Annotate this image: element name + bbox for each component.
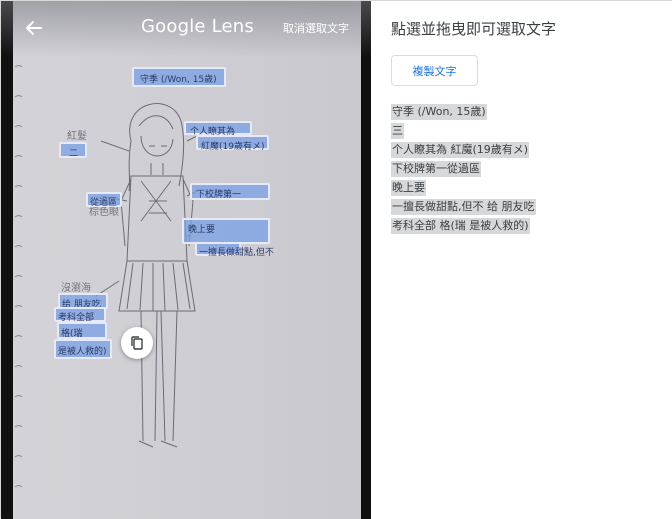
app-title: Google Lens: [141, 16, 254, 37]
app-window: 紅髮 棕色眼 沒瀏海 守季 (/Won, 15歲) 二 个人瞭其為 紅魔(19歲…: [0, 0, 672, 519]
highlight-note-10-text: 格(瑞: [61, 329, 83, 339]
highlight-note-10[interactable]: 格(瑞: [57, 322, 107, 339]
extracted-line[interactable]: 考科全部 格(瑞 是被人救的): [391, 218, 530, 234]
extracted-line[interactable]: 三: [391, 123, 404, 139]
copy-text-button[interactable]: 複製文字: [391, 55, 478, 86]
back-button[interactable]: [21, 15, 47, 41]
highlight-note-7[interactable]: 一擅長做甜點,但不: [195, 242, 274, 258]
svg-text:紅髮: 紅髮: [67, 130, 87, 142]
highlight-note-4-text: 下校牌第一: [196, 190, 242, 200]
highlight-note-5[interactable]: 從過區: [86, 192, 122, 208]
copy-text-fab[interactable]: [121, 327, 153, 359]
highlight-note-4[interactable]: 下校牌第一: [190, 183, 270, 200]
highlight-note-6[interactable]: 晚上要: [182, 218, 270, 244]
highlight-note-5-text: 從過區: [90, 198, 118, 208]
extracted-line[interactable]: 一擅長做甜點,但不 给 朋友吃: [391, 199, 536, 215]
highlight-note-1-text: 二: [69, 149, 79, 159]
highlight-title[interactable]: 守季 (/Won, 15歲): [132, 67, 226, 87]
extracted-line[interactable]: 下校牌第一從過區: [391, 161, 481, 177]
highlight-title-text: 守季 (/Won, 15歲): [140, 75, 217, 85]
extracted-line[interactable]: 守季 (/Won, 15歲): [391, 104, 487, 120]
highlight-note-3-text: 紅魔(19歲有メ): [201, 142, 265, 152]
highlight-note-11-text: 是被人救的): [58, 347, 107, 357]
extracted-line[interactable]: 晚上要: [391, 180, 426, 196]
highlight-note-9[interactable]: 考科全部: [54, 307, 106, 323]
highlight-note-2[interactable]: 个人瞭其為: [184, 121, 252, 137]
image-viewer: 紅髮 棕色眼 沒瀏海 守季 (/Won, 15歲) 二 个人瞭其為 紅魔(19歲…: [1, 1, 371, 519]
extracted-line[interactable]: 个人瞭其為 紅魔(19歲有メ): [391, 142, 530, 158]
highlight-note-11[interactable]: 是被人救的): [54, 339, 112, 359]
panel-title: 點選並拖曳即可選取文字: [391, 20, 557, 38]
highlight-note-7-text: 一擅長做甜點,但不: [199, 248, 274, 258]
copy-icon: [131, 336, 143, 350]
highlight-note-3[interactable]: 紅魔(19歲有メ): [196, 135, 269, 152]
highlight-note-6-text: 晚上要: [188, 225, 216, 235]
text-panel: 點選並拖曳即可選取文字 複製文字 守季 (/Won, 15歲) 三 个人瞭其為 …: [371, 1, 672, 519]
highlight-note-1[interactable]: 二: [59, 142, 87, 159]
cancel-selection-link[interactable]: 取消選取文字: [283, 20, 349, 36]
extracted-text[interactable]: 守季 (/Won, 15歲) 三 个人瞭其為 紅魔(19歲有メ) 下校牌第一從過…: [391, 102, 661, 235]
arrow-left-icon: [26, 21, 42, 35]
